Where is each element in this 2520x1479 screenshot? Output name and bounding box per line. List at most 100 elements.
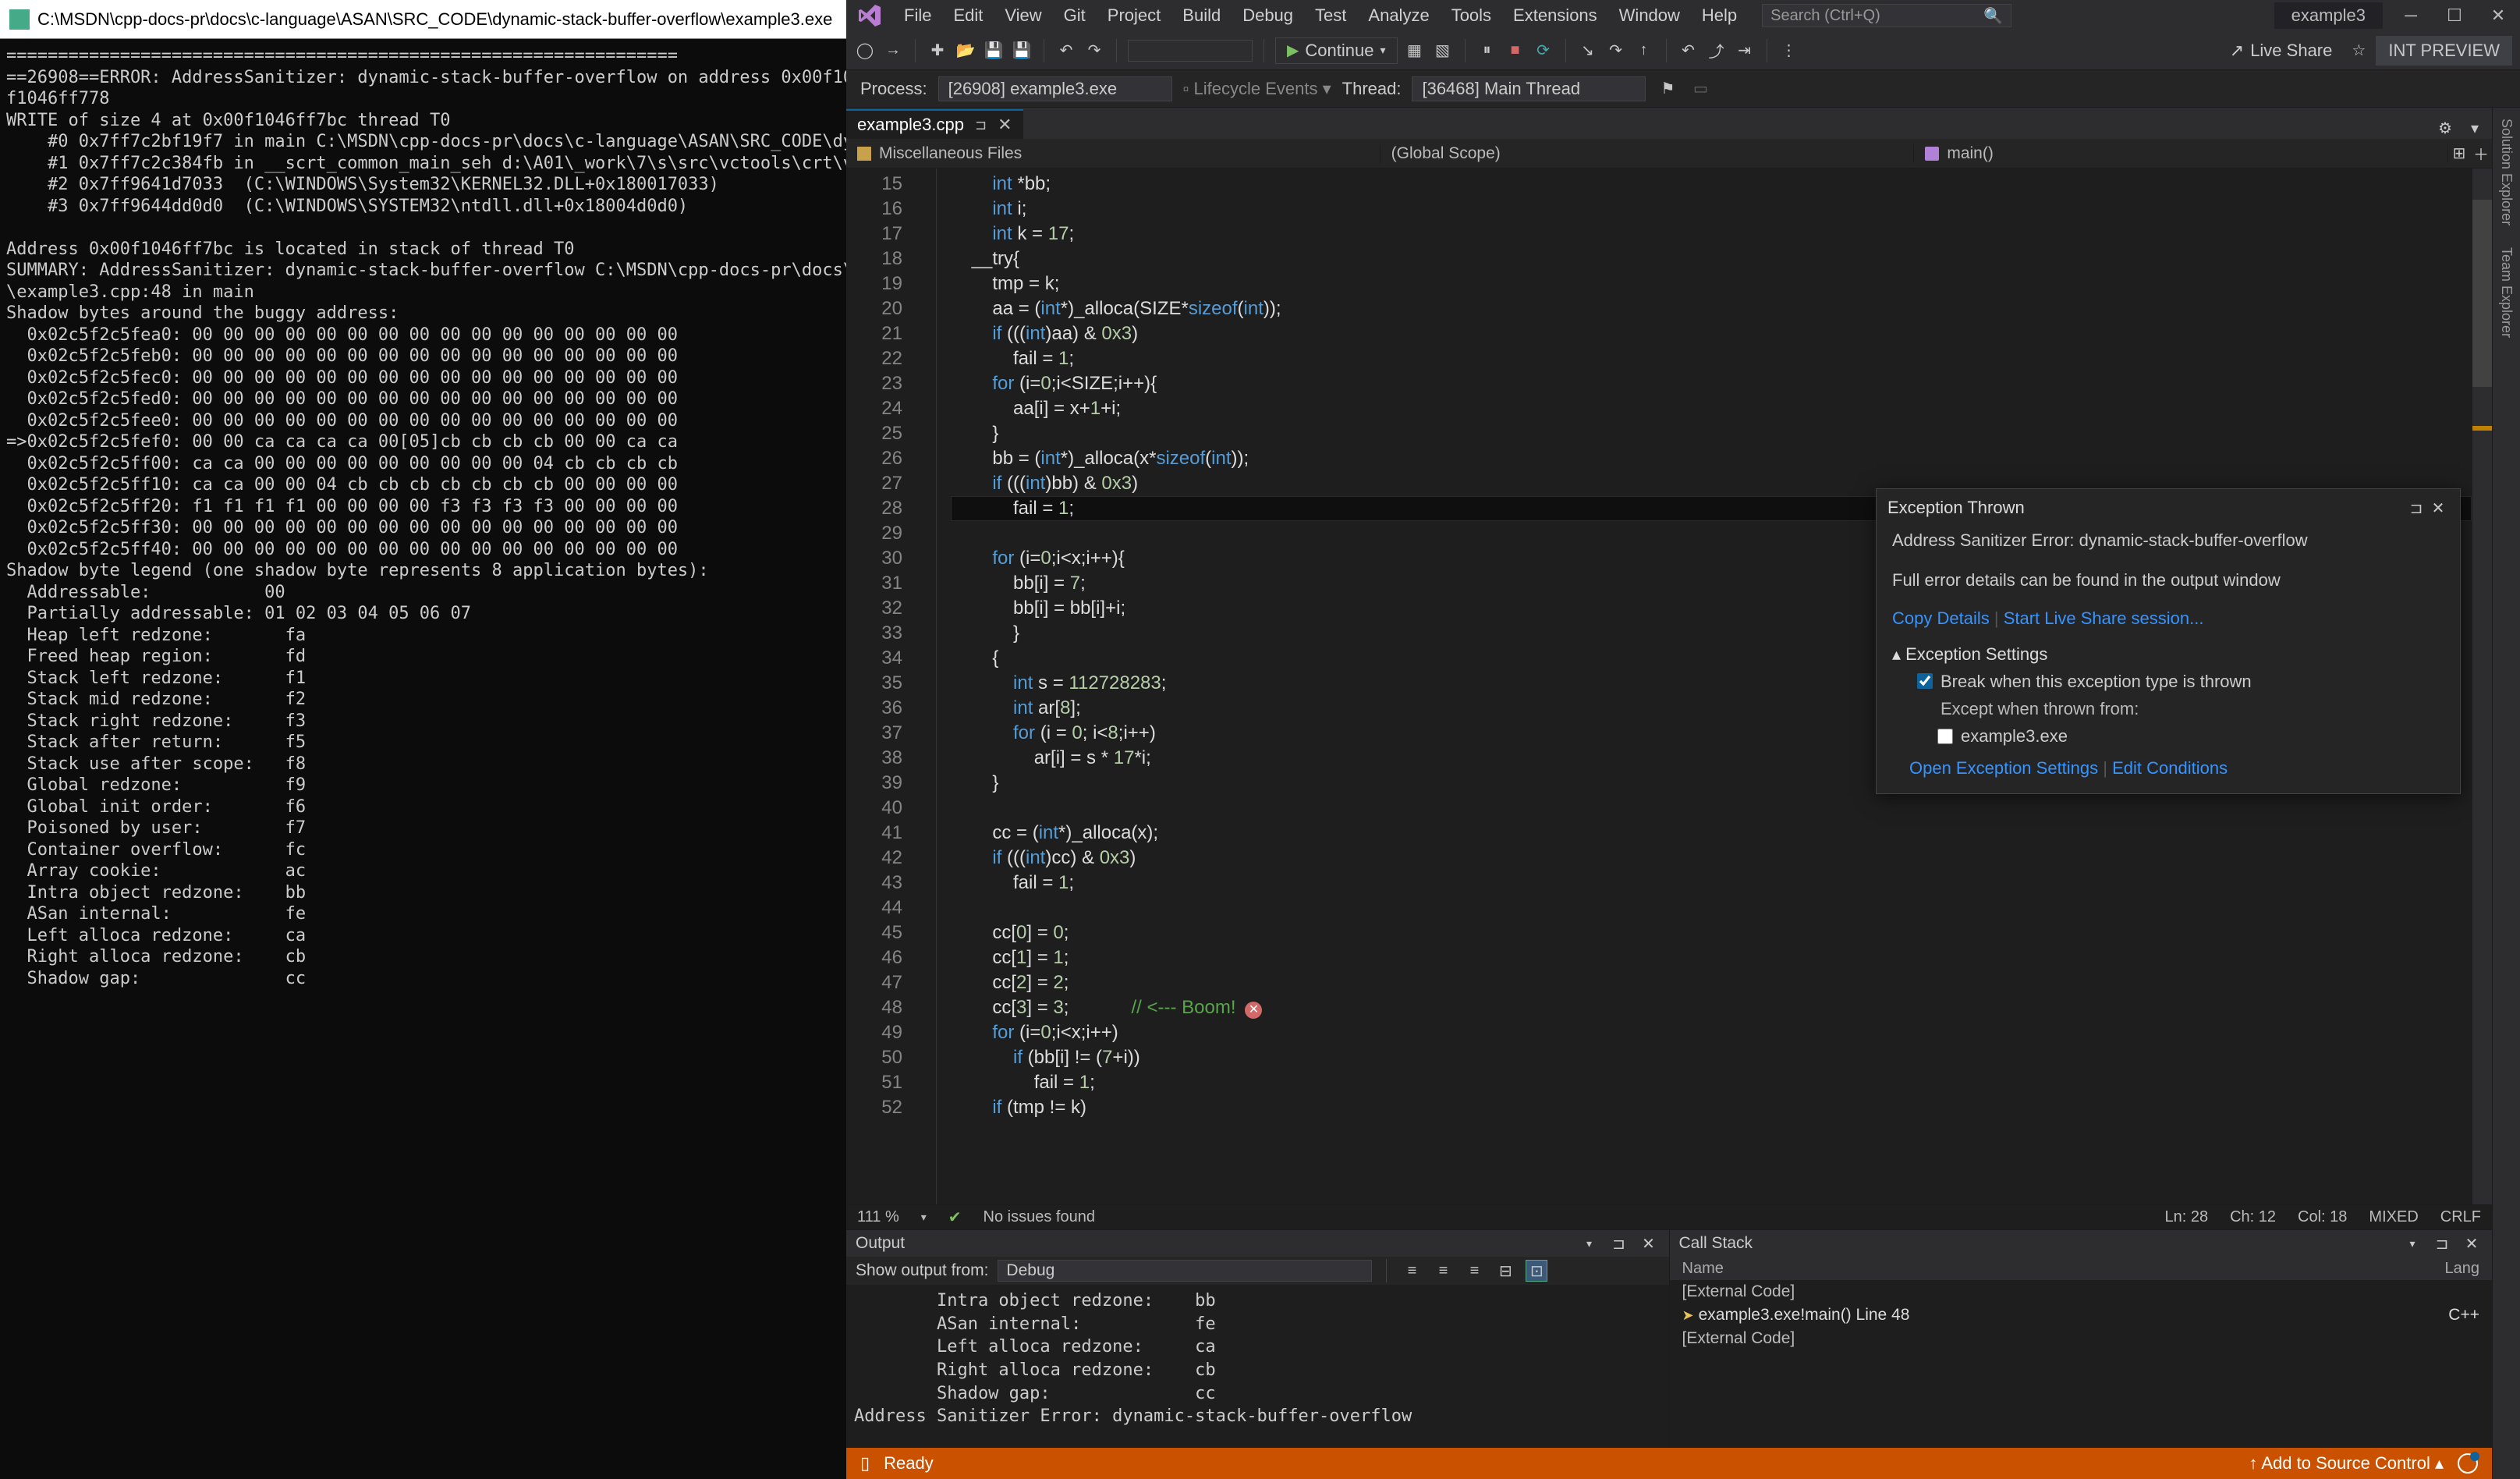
tool-icon-3[interactable]: ⤴ [1706, 40, 1728, 62]
flag-icon[interactable]: ⚑ [1657, 78, 1678, 100]
code-editor[interactable]: 1516171819202122232425262728293031323334… [846, 168, 2492, 1204]
nav-fwd-icon[interactable]: → [882, 40, 904, 62]
panel-pin-icon[interactable]: ⊐ [1608, 1232, 1630, 1254]
out-tool-5[interactable]: ⊡ [1526, 1260, 1547, 1282]
menu-help[interactable]: Help [1691, 0, 1748, 31]
maximize-button[interactable]: ☐ [2433, 0, 2476, 31]
editor-scrollbar[interactable] [2472, 168, 2492, 1204]
output-source-select[interactable]: Debug [998, 1260, 1372, 1282]
edit-conditions-link[interactable]: Edit Conditions [2112, 758, 2228, 778]
panel-pin-icon[interactable]: ⊐ [2431, 1232, 2453, 1254]
menu-project[interactable]: Project [1097, 0, 1171, 31]
copy-details-link[interactable]: Copy Details [1892, 608, 1990, 628]
split-icon[interactable]: ⊞ [2448, 143, 2470, 165]
tool-icon-2[interactable]: ▧ [1432, 40, 1454, 62]
file-tab-active[interactable]: example3.cpp ⊐ ✕ [846, 109, 1023, 139]
thread-select[interactable]: [36468] Main Thread [1412, 76, 1646, 101]
tabs-gear-icon[interactable]: ⚙ [2434, 117, 2456, 139]
crlf-text[interactable]: CRLF [2440, 1208, 2481, 1226]
config-dropdown[interactable] [1128, 40, 1253, 62]
menu-view[interactable]: View [994, 0, 1052, 31]
nav-plus-icon[interactable]: ＋ [2470, 143, 2492, 165]
panel-close-icon[interactable]: ✕ [2461, 1232, 2483, 1254]
issues-text[interactable]: No issues found [984, 1208, 1095, 1226]
dropdown-icon[interactable]: ▾ [921, 1211, 927, 1224]
nav-back-icon[interactable]: ◯ [854, 40, 876, 62]
console-output[interactable]: ========================================… [0, 39, 846, 1479]
menu-debug[interactable]: Debug [1232, 0, 1304, 31]
mixed-text[interactable]: MIXED [2369, 1208, 2418, 1226]
menu-git[interactable]: Git [1053, 0, 1097, 31]
quick-search[interactable]: Search (Ctrl+Q) 🔍 [1762, 4, 2011, 27]
panel-dropdown-icon[interactable]: ▾ [1579, 1232, 1600, 1254]
callstack-row[interactable]: ➤example3.exe!main() Line 48C++ [1670, 1303, 2493, 1327]
tool-icon-4[interactable]: ⇥ [1734, 40, 1756, 62]
notification-icon[interactable] [2458, 1453, 2478, 1474]
scroll-thumb[interactable] [2472, 200, 2492, 387]
cs-col-name[interactable]: Name [1682, 1260, 1724, 1278]
new-file-icon[interactable]: ✚ [927, 40, 948, 62]
nav-project[interactable]: Miscellaneous Files [846, 144, 1381, 163]
add-source-control[interactable]: ↑ Add to Source Control ▴ [2249, 1453, 2444, 1474]
step-out-icon[interactable]: ↑ [1633, 40, 1655, 62]
open-exception-settings-link[interactable]: Open Exception Settings [1909, 758, 2098, 778]
restart-icon[interactable]: ⟳ [1533, 40, 1554, 62]
nav-scope[interactable]: (Global Scope) [1381, 144, 1915, 163]
out-tool-1[interactable]: ≡ [1401, 1260, 1423, 1282]
menu-window[interactable]: Window [1608, 0, 1691, 31]
menu-tools[interactable]: Tools [1441, 0, 1502, 31]
console-titlebar[interactable]: C:\MSDN\cpp-docs-pr\docs\c-language\ASAN… [0, 0, 846, 39]
stackframe-icon[interactable]: ▭ [1689, 78, 1711, 100]
cs-col-lang[interactable]: Lang [2445, 1260, 2480, 1278]
zoom-level[interactable]: 111 % [857, 1208, 899, 1226]
process-select[interactable]: [26908] example3.exe [938, 76, 1172, 101]
nav-member[interactable]: main() [1914, 144, 2448, 163]
lifecycle-label[interactable]: ▫ Lifecycle Events ▾ [1183, 79, 1331, 99]
live-share-button[interactable]: ↗ Live Share [2221, 39, 2342, 62]
step-over-icon[interactable]: ↷ [1605, 40, 1627, 62]
stop-icon[interactable]: ■ [1505, 40, 1526, 62]
panel-close-icon[interactable]: ✕ [1638, 1232, 1660, 1254]
output-text[interactable]: Intra object redzone: bb ASan internal: … [846, 1285, 1669, 1448]
menu-build[interactable]: Build [1171, 0, 1232, 31]
fold-column[interactable] [916, 168, 937, 1204]
except-module-check[interactable]: example3.exe [1937, 722, 2444, 750]
menu-extensions[interactable]: Extensions [1502, 0, 1608, 31]
solution-name[interactable]: example3 [2274, 2, 2383, 29]
close-button[interactable]: ✕ [2476, 0, 2520, 31]
callstack-row[interactable]: [External Code] [1670, 1280, 2493, 1303]
break-on-exception-check[interactable]: Break when this exception type is thrown [1917, 668, 2444, 695]
ln-text[interactable]: Ln: 28 [2165, 1208, 2209, 1226]
ch-text[interactable]: Ch: 12 [2230, 1208, 2276, 1226]
feedback-icon[interactable]: ☆ [2348, 40, 2369, 62]
tool-icon-5[interactable]: ⋮ [1778, 40, 1800, 62]
menu-file[interactable]: File [893, 0, 942, 31]
popup-close-icon[interactable]: ✕ [2427, 497, 2449, 519]
tool-icon-1[interactable]: ▦ [1404, 40, 1426, 62]
save-icon[interactable]: 💾 [983, 40, 1005, 62]
menu-edit[interactable]: Edit [942, 0, 994, 31]
pause-icon[interactable]: ⏸ [1476, 40, 1498, 62]
step-into-icon[interactable]: ↘ [1577, 40, 1599, 62]
open-file-icon[interactable]: 📂 [955, 40, 976, 62]
menu-test[interactable]: Test [1304, 0, 1357, 31]
continue-button[interactable]: ▶ Continue ▾ [1275, 37, 1398, 64]
solution-explorer-tab[interactable]: Solution Explorer [2498, 119, 2515, 225]
popup-pin-icon[interactable]: ⊐ [2405, 497, 2427, 519]
out-tool-4[interactable]: ⊟ [1494, 1260, 1516, 1282]
start-liveshare-link[interactable]: Start Live Share session... [2004, 608, 2204, 628]
exception-settings-header[interactable]: ▴ Exception Settings [1892, 640, 2444, 668]
save-all-icon[interactable]: 💾 [1011, 40, 1033, 62]
menu-analyze[interactable]: Analyze [1357, 0, 1440, 31]
team-explorer-tab[interactable]: Team Explorer [2498, 247, 2515, 338]
close-tab-icon[interactable]: ✕ [998, 115, 1012, 135]
out-tool-3[interactable]: ≡ [1463, 1260, 1485, 1282]
pin-icon[interactable]: ⊐ [975, 117, 987, 133]
undo-icon[interactable]: ↶ [1055, 40, 1077, 62]
vs-logo-icon[interactable] [856, 2, 884, 30]
callstack-row[interactable]: [External Code] [1670, 1327, 2493, 1350]
redo-icon[interactable]: ↷ [1083, 40, 1105, 62]
tabs-overflow-icon[interactable]: ▾ [2464, 117, 2486, 139]
panel-dropdown-icon[interactable]: ▾ [2401, 1232, 2423, 1254]
minimize-button[interactable]: ─ [2389, 0, 2433, 31]
